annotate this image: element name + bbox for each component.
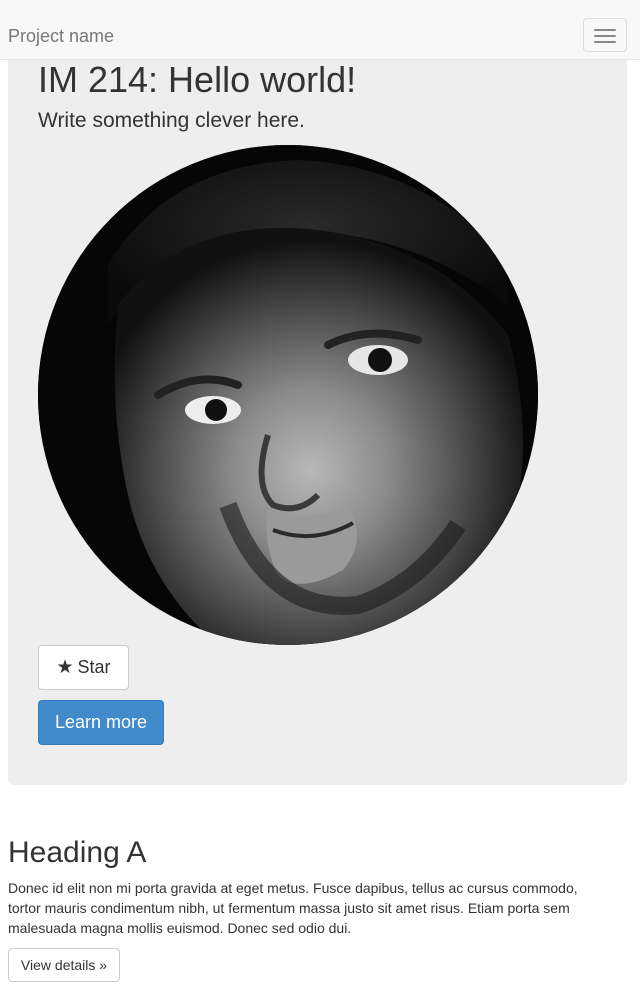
- navbar: Project name: [0, 0, 640, 60]
- navbar-toggle-button[interactable]: [583, 18, 627, 52]
- section-body-text: Donec id elit non mi porta gravida at eg…: [8, 880, 578, 936]
- brand-link[interactable]: Project name: [8, 24, 114, 48]
- learn-more-button[interactable]: Learn more: [38, 700, 164, 745]
- star-button[interactable]: ★ Star: [38, 645, 129, 690]
- hamburger-menu-icon: [594, 41, 616, 43]
- view-details-button[interactable]: View details »: [8, 948, 120, 982]
- portrait-photo: [38, 145, 538, 645]
- portrait-image: [38, 145, 538, 645]
- star-icon: ★: [56, 657, 74, 678]
- page-title: IM 214: Hello world!: [38, 59, 357, 100]
- star-button-label: Star: [77, 657, 111, 677]
- hamburger-menu-icon: [594, 35, 616, 37]
- section-heading: Heading A: [8, 836, 147, 869]
- hamburger-menu-icon: [594, 29, 616, 31]
- page-subtitle: Write something clever here.: [38, 109, 305, 132]
